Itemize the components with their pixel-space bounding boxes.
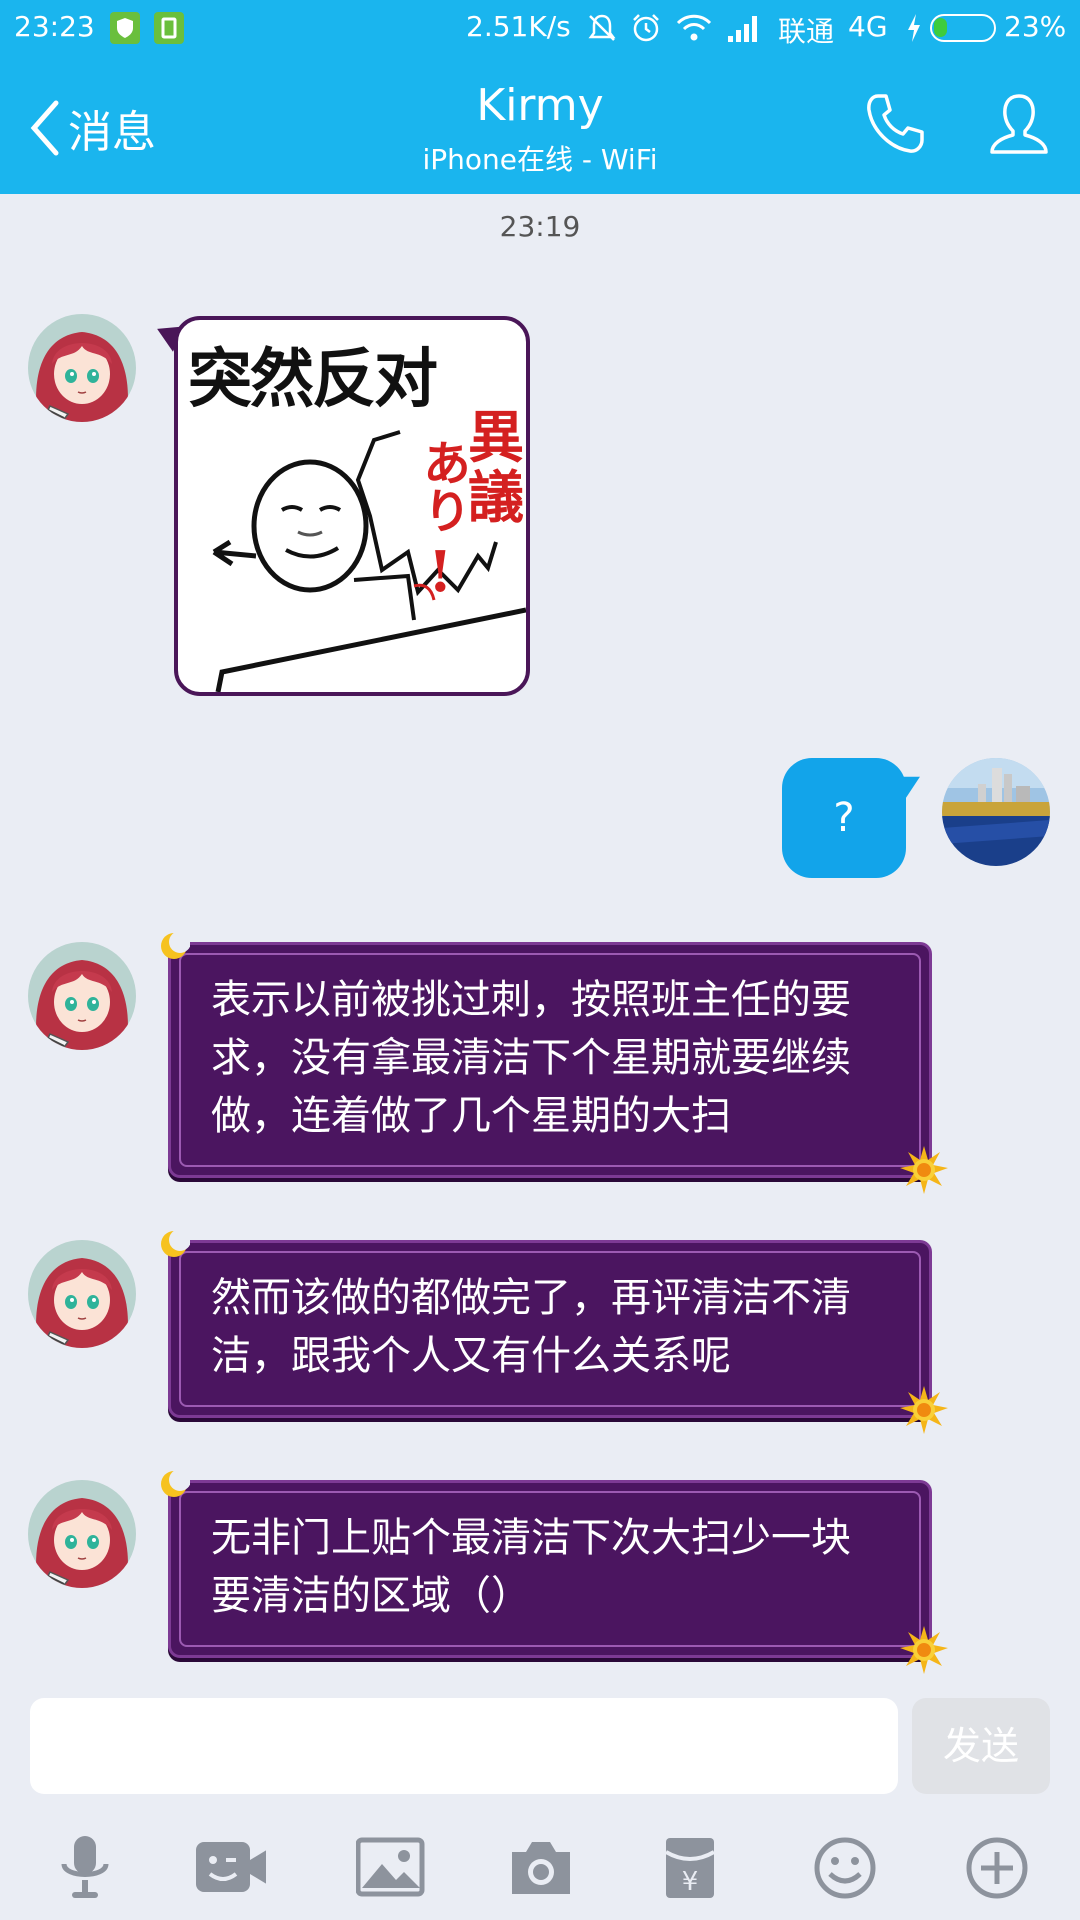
battery-percent: 23% [1004,10,1067,43]
carrier: 联通 [778,15,835,48]
microphone-icon[interactable] [50,1836,120,1900]
outgoing-message-bubble[interactable]: ? [782,758,906,878]
contact-avatar[interactable] [28,1480,136,1588]
sticker-red-text-4: ! [428,539,453,605]
camera-icon[interactable] [506,1836,576,1900]
image-icon[interactable] [356,1836,426,1900]
status-bar: 23:23 2.51K/s 联通 4G 23% [0,0,1080,58]
svg-text:¥: ¥ [682,1867,699,1897]
sun-icon [900,1626,948,1674]
profile-icon[interactable] [986,90,1052,160]
sun-icon [900,1146,948,1194]
my-avatar[interactable] [942,758,1050,866]
charging-icon [908,14,920,42]
contact-avatar-image [28,314,136,422]
emoji-icon[interactable] [810,1836,880,1900]
my-avatar-image [942,758,1050,866]
message-text: 然而该做的都做完了，再评清洁不清洁，跟我个人又有什么关系呢 [211,1275,851,1379]
shield-icon [110,12,140,44]
sticker-red-text-1: 異 [468,405,524,471]
incoming-message-bubble[interactable]: 然而该做的都做完了，再评清洁不清洁，跟我个人又有什么关系呢 [168,1240,932,1418]
sticker-red-text-3: あり [414,438,470,534]
plus-icon[interactable] [962,1836,1032,1900]
signal-icon [728,16,757,42]
sun-icon [900,1386,948,1434]
message-input[interactable] [30,1698,898,1794]
contact-avatar[interactable] [28,942,136,1050]
sim-icon [154,12,184,44]
alarm-icon [633,14,659,42]
contact-avatar-image [28,1480,136,1588]
moon-icon [161,1469,190,1497]
message-text: 无非门上贴个最清洁下次大扫少一块要清洁的区域（） [211,1515,851,1619]
mute-icon [588,14,616,41]
phone-icon[interactable] [862,90,928,160]
contact-avatar[interactable] [28,314,136,422]
network-type: 4G [848,10,888,43]
sticker-message[interactable]: 突然反对 異 議 あり ! [174,316,530,696]
status-time: 23:23 [14,10,95,43]
battery-level [934,18,947,37]
sticker-red-text-2: 議 [468,465,524,531]
contact-avatar[interactable] [28,1240,136,1348]
battery-icon [930,14,996,42]
contact-avatar-image [28,942,136,1050]
wifi-icon [676,14,712,41]
red-packet-icon[interactable]: ¥ [660,1836,730,1900]
incoming-message-bubble[interactable]: 表示以前被挑过刺，按照班主任的要求，没有拿最清洁下个星期就要继续做，连着做了几个… [168,942,932,1178]
incoming-message-bubble[interactable]: 无非门上贴个最清洁下次大扫少一块要清洁的区域（） [168,1480,932,1658]
message-text: 表示以前被挑过刺，按照班主任的要求，没有拿最清洁下个星期就要继续做，连着做了几个… [211,977,851,1139]
video-icon[interactable] [196,1836,266,1900]
send-button[interactable]: 发送 [912,1698,1050,1794]
network-speed: 2.51K/s [466,10,571,43]
chat-timestamp: 23:19 [499,210,581,243]
chat-header: 消息 Kirmy iPhone在线 - WiFi [0,58,1080,194]
moon-icon [161,1229,190,1257]
moon-icon [161,931,190,959]
contact-avatar-image [28,1240,136,1348]
